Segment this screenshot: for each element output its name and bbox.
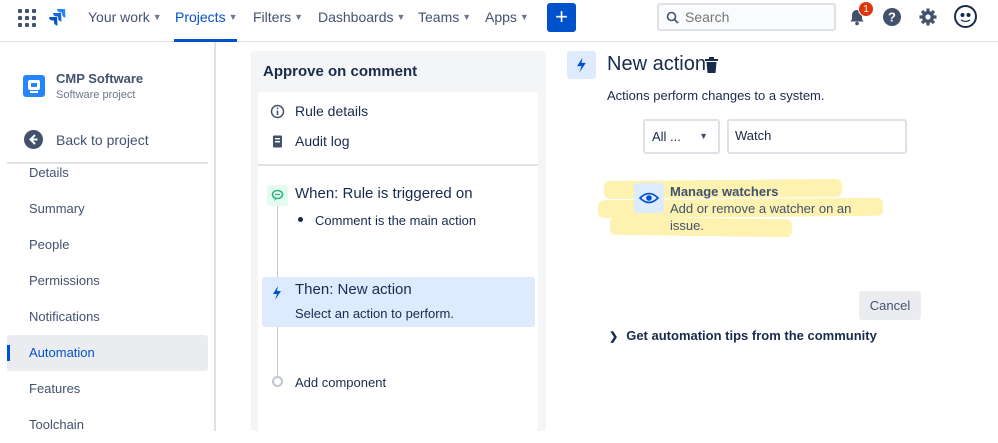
automation-tips-link[interactable]: ❯ Get automation tips from the community: [609, 328, 877, 343]
back-to-project-label: Back to project: [56, 132, 149, 148]
chevron-down-icon: ▼: [519, 12, 529, 22]
project-avatar[interactable]: [23, 75, 45, 97]
comment-trigger-icon: [267, 185, 288, 206]
sidebar-item-toolchain[interactable]: Toolchain: [7, 407, 208, 443]
card-divider: [258, 164, 538, 166]
sidebar-item-people[interactable]: People: [7, 227, 208, 263]
nav-apps[interactable]: Apps ▼: [485, 9, 529, 25]
sidebar-item-details[interactable]: Details: [7, 155, 208, 191]
selected-action-component[interactable]: Then: New action Select an action to per…: [262, 277, 535, 327]
flow-connector-line: [277, 327, 278, 377]
manage-watchers-title[interactable]: Manage watchers: [670, 184, 778, 199]
automation-tips-label: Get automation tips from the community: [626, 328, 877, 343]
nav-your-work-label: Your work: [88, 9, 150, 25]
chevron-down-icon: ▼: [462, 12, 472, 22]
project-name: CMP Software: [56, 71, 144, 86]
action-type-icon: [567, 51, 596, 79]
project-sidebar: CMP Software Software project Back to pr…: [0, 42, 216, 432]
bullet-icon: [298, 217, 303, 222]
search-box[interactable]: [657, 3, 836, 31]
jira-logo[interactable]: [47, 7, 67, 27]
sidebar-item-notifications[interactable]: Notifications: [7, 299, 208, 335]
search-icon: [666, 11, 679, 24]
cancel-button[interactable]: Cancel: [859, 291, 921, 320]
nav-your-work[interactable]: Your work ▼: [88, 9, 162, 25]
sidebar-item-permissions[interactable]: Permissions: [7, 263, 208, 299]
eye-icon[interactable]: [634, 183, 664, 213]
action-component-title: Then: New action: [295, 281, 412, 298]
nav-teams[interactable]: Teams ▼: [418, 9, 471, 25]
app-switcher-icon[interactable]: [18, 9, 36, 27]
rule-details-label: Rule details: [295, 103, 369, 119]
project-icon: [28, 80, 40, 93]
add-component-link[interactable]: Add component: [295, 375, 386, 390]
chevron-down-icon: ▼: [396, 12, 406, 22]
notification-count-badge: 1: [858, 1, 874, 17]
nav-dashboards-label: Dashboards: [318, 9, 394, 25]
trigger-condition-label: Comment is the main action: [315, 213, 477, 228]
nav-apps-label: Apps: [485, 9, 517, 25]
settings-gear-icon[interactable]: [918, 7, 938, 27]
sidebar-item-summary[interactable]: Summary: [7, 191, 208, 227]
flow-connector-line: [277, 206, 278, 278]
document-icon: [273, 135, 282, 148]
chevron-down-icon: ▼: [699, 131, 708, 141]
rule-card: Rule details Audit log When: Rule is tri…: [258, 92, 538, 431]
nav-teams-label: Teams: [418, 9, 460, 25]
action-panel-title: New action: [607, 53, 706, 75]
manage-watchers-description: Add or remove a watcher on an issue.: [670, 201, 852, 233]
trash-icon[interactable]: [704, 57, 719, 73]
nav-filters-label: Filters: [253, 9, 292, 25]
create-button[interactable]: +: [547, 3, 576, 32]
search-input[interactable]: [685, 9, 825, 25]
nav-filters[interactable]: Filters ▼: [253, 9, 303, 25]
rule-column: Approve on comment Rule details Audit lo…: [251, 51, 546, 431]
chevron-down-icon: ▼: [294, 12, 304, 22]
rule-title: Approve on comment: [263, 63, 418, 80]
info-icon: [270, 104, 285, 119]
action-panel-description: Actions perform changes to a system.: [607, 88, 825, 103]
nav-dashboards[interactable]: Dashboards ▼: [318, 9, 405, 25]
add-component-dot[interactable]: [272, 376, 283, 387]
help-icon[interactable]: ?: [882, 7, 902, 27]
avatar-face-icon: [960, 13, 971, 23]
trigger-title[interactable]: When: Rule is triggered on: [295, 185, 473, 202]
nav-projects[interactable]: Projects ▼: [175, 9, 238, 25]
action-component-subtitle: Select an action to perform.: [295, 306, 454, 321]
audit-log-label: Audit log: [295, 133, 350, 149]
action-category-select[interactable]: All ... ▼: [643, 119, 720, 154]
chevron-down-icon: ▼: [228, 12, 238, 22]
trigger-condition: Comment is the main action: [298, 213, 476, 228]
back-arrow-icon: [24, 130, 43, 149]
lightning-bolt-icon: [273, 286, 281, 300]
chevron-down-icon: ▼: [152, 12, 162, 22]
action-search-box[interactable]: [727, 119, 907, 154]
action-search-input[interactable]: [735, 128, 895, 143]
lightning-bolt-icon: [577, 57, 586, 73]
nav-projects-label: Projects: [175, 9, 226, 25]
user-avatar[interactable]: [954, 5, 977, 28]
sidebar-item-features[interactable]: Features: [7, 371, 208, 407]
svg-text:?: ?: [888, 10, 896, 25]
chevron-right-icon: ❯: [609, 331, 619, 343]
action-category-value: All ...: [652, 129, 681, 144]
top-navigation: Your work ▼ Projects ▼ Filters ▼ Dashboards…: [0, 0, 998, 42]
project-type: Software project: [56, 89, 136, 101]
sidebar-item-automation[interactable]: Automation: [7, 335, 208, 371]
